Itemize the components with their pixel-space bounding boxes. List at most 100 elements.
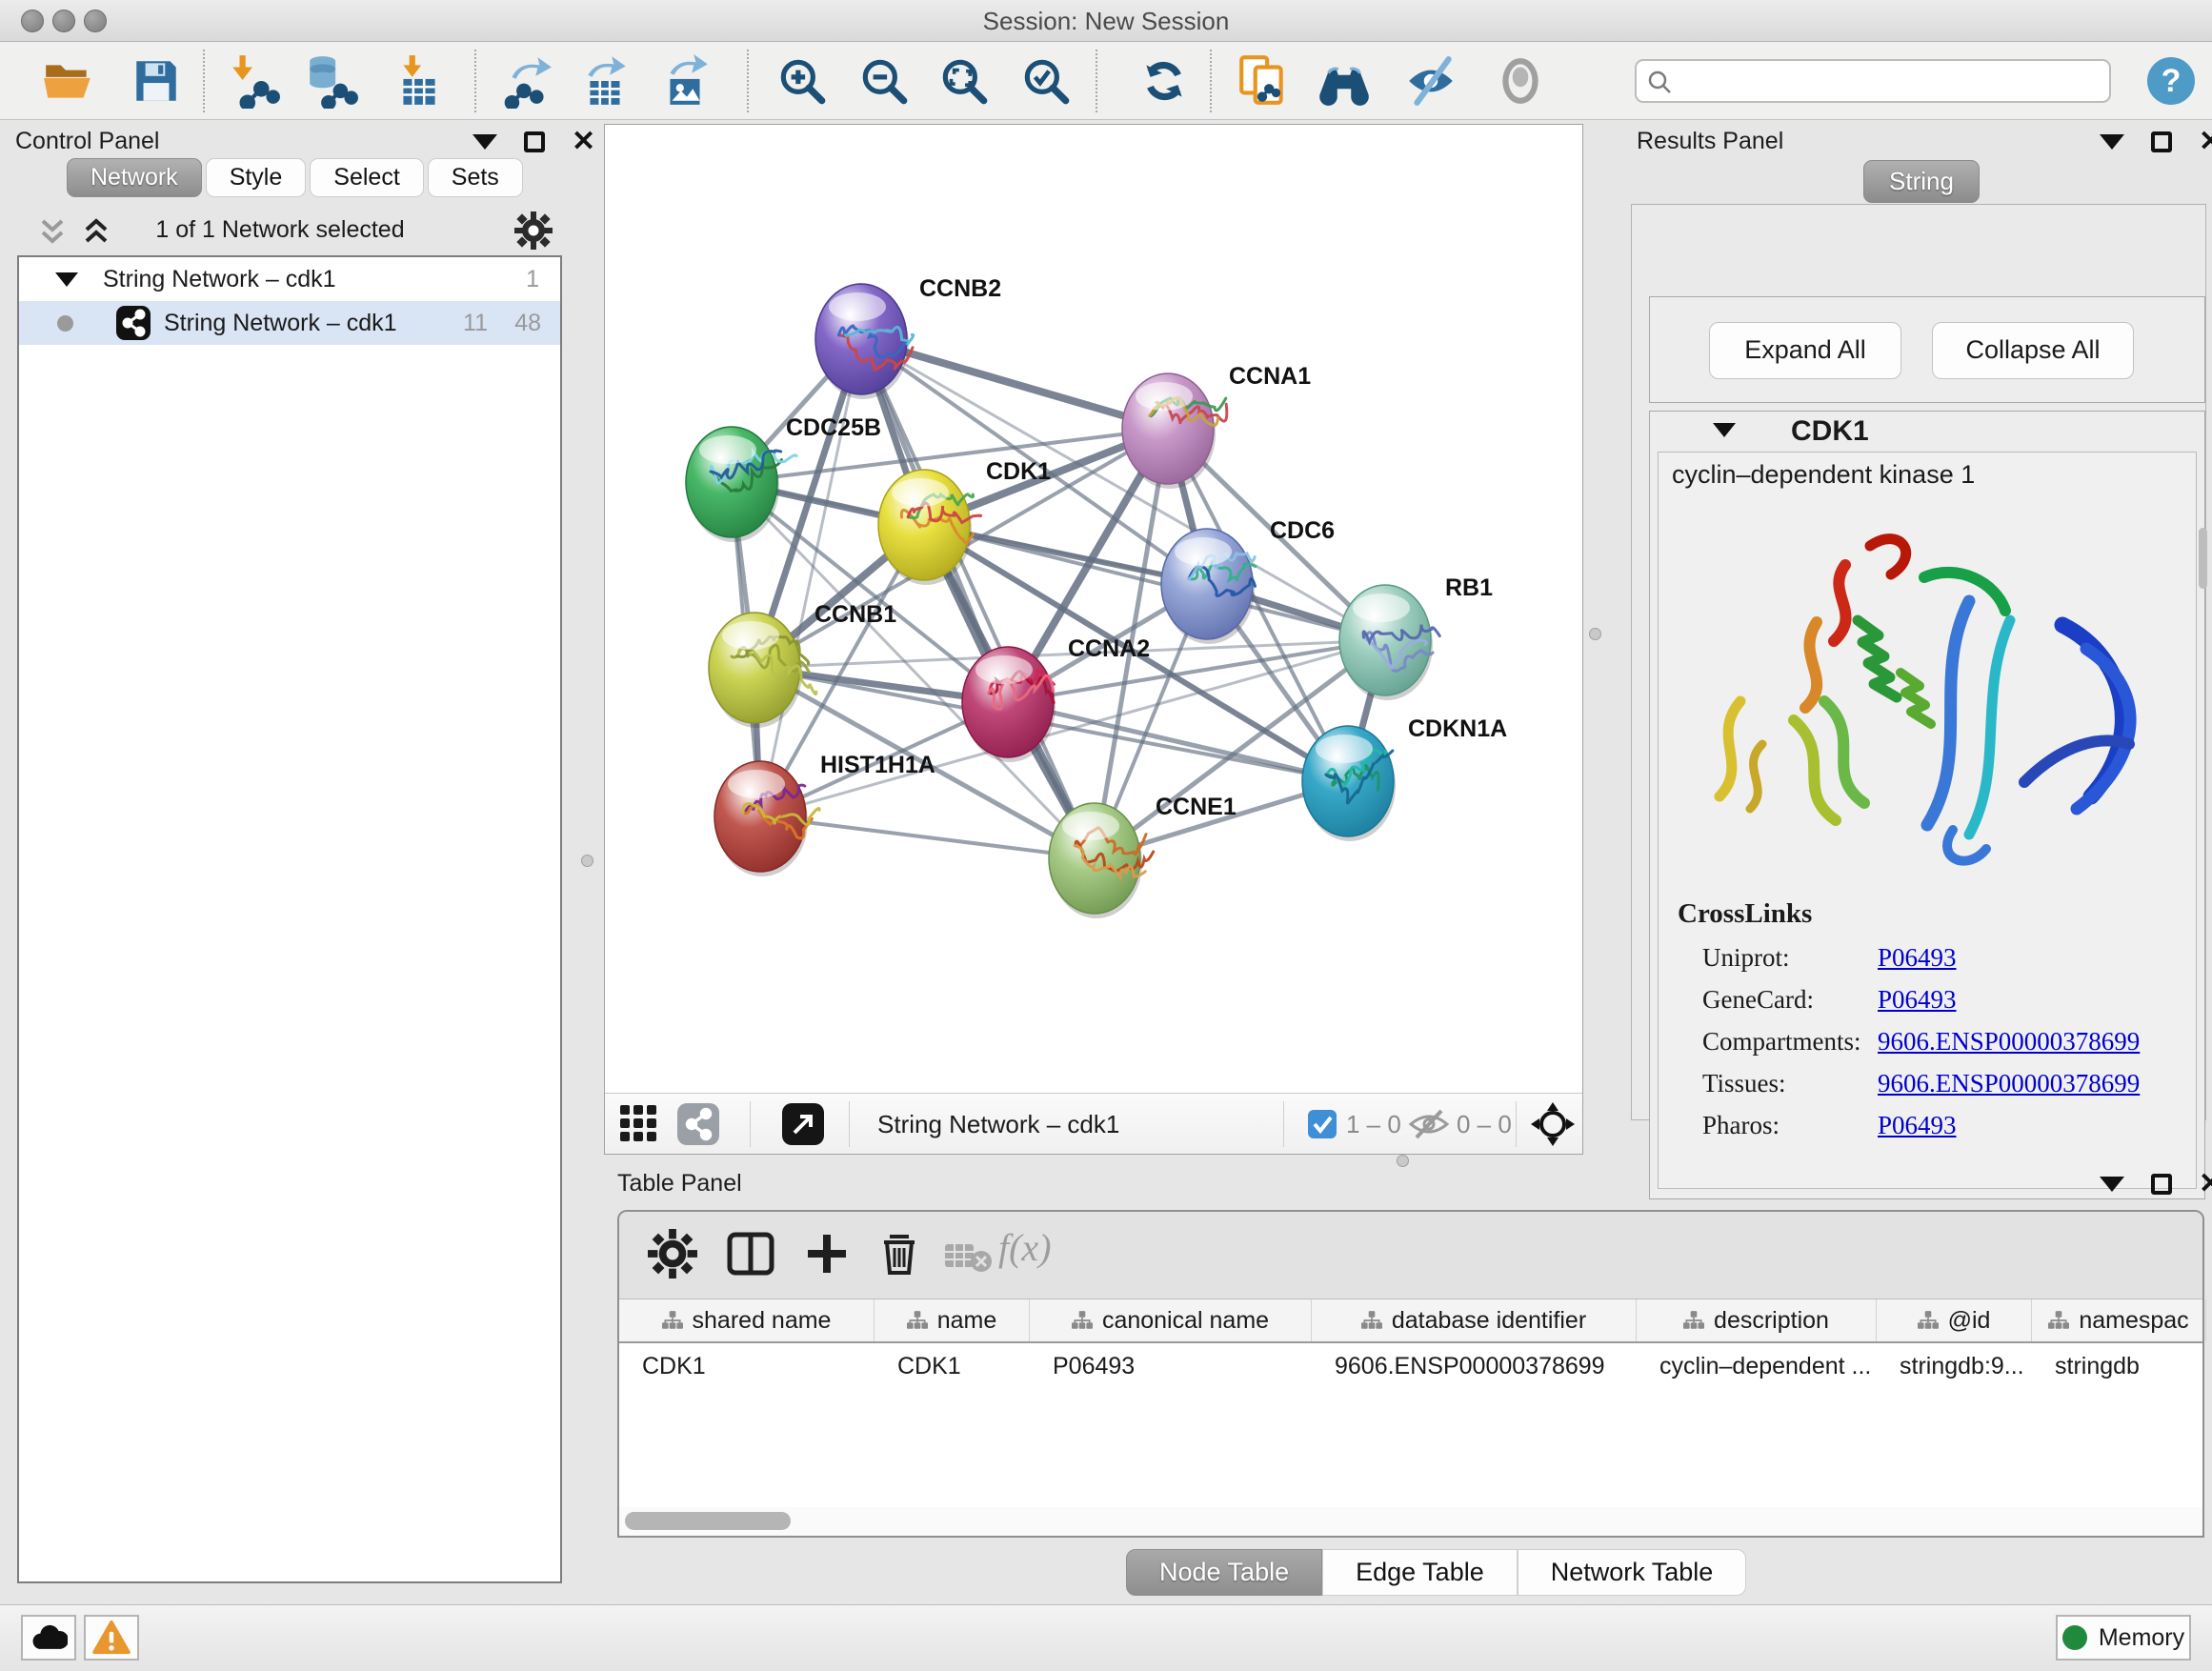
table-cell[interactable]: CDK1 — [619, 1345, 875, 1387]
zoom-fit-icon[interactable] — [935, 53, 993, 109]
network-row[interactable]: String Network – cdk1 11 48 — [19, 301, 560, 345]
export-table-icon[interactable] — [577, 53, 634, 109]
network-edge[interactable] — [1008, 702, 1348, 781]
network-edge[interactable] — [861, 339, 1095, 858]
column-header-canonical-name[interactable]: canonical name — [1030, 1299, 1312, 1341]
string-view-icon[interactable] — [677, 1103, 719, 1150]
table-horizontal-scrollbar[interactable] — [619, 1507, 2202, 1536]
save-icon[interactable] — [128, 53, 185, 109]
memory-button[interactable]: Memory — [2056, 1615, 2191, 1661]
network-node-ccnb2[interactable]: CCNB2 — [815, 275, 1001, 399]
collection-expand-icon[interactable] — [55, 272, 78, 287]
close-panel-icon[interactable]: ✕ — [2199, 131, 2212, 152]
results-scrollbar-thumb[interactable] — [2199, 528, 2207, 589]
section-collapse-icon[interactable] — [1713, 423, 1736, 437]
collapse-all-networks-icon[interactable] — [38, 217, 67, 248]
show-columns-icon[interactable] — [726, 1229, 775, 1283]
import-network-icon[interactable] — [225, 53, 282, 109]
float-panel-icon[interactable] — [524, 131, 545, 152]
add-column-icon[interactable] — [802, 1229, 852, 1283]
bottom-splitter-handle[interactable] — [1397, 1155, 1409, 1167]
crosslink-row: Compartments:9606.ENSP00000378699 — [1678, 1027, 2182, 1057]
crosslink-link[interactable]: 9606.ENSP00000378699 — [1878, 1069, 2140, 1098]
network-options-gear-icon[interactable] — [514, 211, 553, 254]
tab-network[interactable]: Network — [67, 158, 202, 197]
network-collection-row[interactable]: String Network – cdk1 1 — [19, 257, 560, 301]
zoom-selected-icon[interactable] — [1017, 53, 1075, 109]
grid-view-icon[interactable] — [620, 1105, 660, 1150]
import-network-from-database-icon[interactable] — [301, 53, 358, 109]
export-image-icon[interactable] — [657, 53, 714, 109]
table-type-tabs: Node TableEdge TableNetwork Table — [1126, 1549, 1746, 1596]
network-node-hist1h1a[interactable]: HIST1H1A — [714, 752, 935, 876]
network-edge[interactable] — [760, 339, 861, 816]
cloud-button[interactable] — [21, 1615, 76, 1661]
main-toolbar: ? — [0, 42, 2212, 120]
table-cell[interactable]: cyclin–dependent ... — [1637, 1345, 1877, 1387]
clone-network-icon[interactable] — [1235, 53, 1292, 109]
tab-sets[interactable]: Sets — [428, 158, 523, 197]
network-node-ccne1[interactable]: CCNE1 — [1049, 794, 1237, 918]
crosslink-link[interactable]: 9606.ENSP00000378699 — [1878, 1027, 2140, 1057]
help-icon[interactable]: ? — [2145, 55, 2202, 111]
close-panel-icon[interactable]: ✕ — [2199, 1174, 2212, 1195]
column-header-database-identifier[interactable]: database identifier — [1312, 1299, 1637, 1341]
import-table-icon[interactable] — [391, 53, 448, 109]
show-all-icon[interactable] — [1492, 53, 1549, 109]
node-label: CCNA2 — [1068, 635, 1150, 662]
crosslink-link[interactable]: P06493 — [1878, 943, 1957, 973]
selected-checkbox[interactable] — [1308, 1110, 1337, 1138]
network-node-rb1[interactable]: RB1 — [1339, 574, 1493, 700]
crosslink-link[interactable]: P06493 — [1878, 1111, 1957, 1140]
hide-selected-icon[interactable] — [1402, 53, 1459, 109]
network-node-cdc6[interactable]: CDC6 — [1161, 517, 1335, 644]
column-header--id[interactable]: @id — [1877, 1299, 2032, 1341]
left-splitter-handle[interactable] — [581, 855, 593, 867]
network-node-cdkn1a[interactable]: CDKN1A — [1302, 715, 1507, 841]
open-folder-icon[interactable] — [40, 53, 97, 109]
network-node-ccna1[interactable]: CCNA1 — [1122, 363, 1311, 489]
column-header-name[interactable]: name — [875, 1299, 1030, 1341]
first-neighbors-icon[interactable] — [1313, 53, 1370, 109]
export-view-icon[interactable] — [782, 1103, 824, 1150]
scrollbar-thumb[interactable] — [625, 1512, 791, 1530]
delete-column-icon[interactable] — [875, 1229, 924, 1283]
tab-edge-table[interactable]: Edge Table — [1322, 1549, 1518, 1596]
close-panel-icon[interactable]: ✕ — [572, 131, 595, 152]
protein-section-header[interactable]: CDK1 — [1650, 412, 2204, 452]
table-cell[interactable]: CDK1 — [875, 1345, 1030, 1387]
table-cell[interactable]: 9606.ENSP00000378699 — [1312, 1345, 1637, 1387]
table-settings-gear-icon[interactable] — [648, 1229, 697, 1283]
column-header-description[interactable]: description — [1637, 1299, 1877, 1341]
export-network-icon[interactable] — [499, 53, 556, 109]
zoom-out-icon[interactable] — [855, 53, 913, 109]
refresh-icon[interactable] — [1136, 53, 1193, 109]
crosslink-link[interactable]: P06493 — [1878, 985, 1957, 1015]
table-cell[interactable]: stringdb:9... — [1877, 1345, 2032, 1387]
search-input[interactable] — [1680, 63, 2100, 99]
tab-network-table[interactable]: Network Table — [1518, 1549, 1747, 1596]
warnings-button[interactable] — [84, 1615, 139, 1661]
tab-style[interactable]: Style — [206, 158, 307, 197]
tab-node-table[interactable]: Node Table — [1126, 1549, 1322, 1596]
column-header-shared-name[interactable]: shared name — [619, 1299, 875, 1341]
collapse-panel-icon[interactable] — [473, 134, 497, 150]
birdseye-view-icon[interactable] — [1531, 1102, 1575, 1151]
table-row[interactable]: CDK1CDK1P064939606.ENSP00000378699cyclin… — [619, 1345, 2202, 1387]
tab-select[interactable]: Select — [310, 158, 423, 197]
right-splitter-handle[interactable] — [1589, 628, 1601, 640]
table-cell[interactable]: P06493 — [1030, 1345, 1312, 1387]
expand-all-button[interactable]: Expand All — [1709, 322, 1901, 379]
network-canvas[interactable]: CCNB2CCNA1CDC25BCDK1CDC6RB1CCNB1CCNA2CDK… — [605, 125, 1582, 1093]
float-panel-icon[interactable] — [2151, 1174, 2172, 1195]
collapse-all-button[interactable]: Collapse All — [1932, 322, 2134, 379]
string-results-box: Expand All Collapse All CDK1 cyclin–depe… — [1631, 204, 2206, 1120]
collapse-panel-icon[interactable] — [2100, 1177, 2124, 1192]
tab-string[interactable]: String — [1863, 160, 1980, 203]
float-panel-icon[interactable] — [2151, 131, 2172, 152]
column-header-namespac[interactable]: namespac — [2032, 1299, 2206, 1341]
zoom-in-icon[interactable] — [774, 53, 831, 109]
collapse-panel-icon[interactable] — [2100, 134, 2124, 150]
crosslink-label: GeneCard: — [1678, 985, 1878, 1015]
table-cell[interactable]: stringdb — [2032, 1345, 2206, 1387]
